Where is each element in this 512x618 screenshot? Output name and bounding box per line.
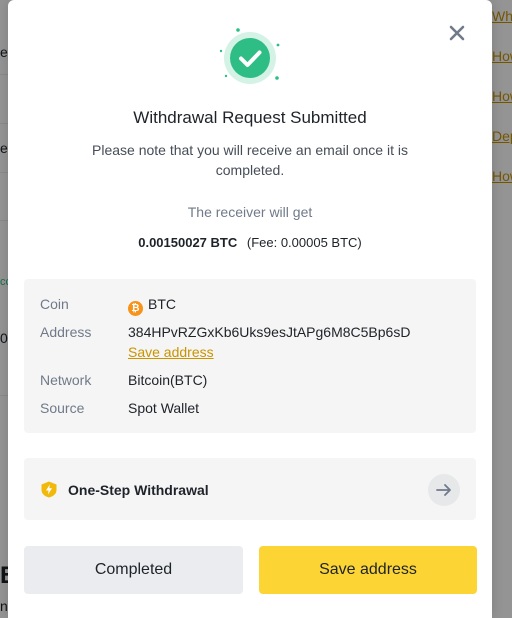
close-button[interactable]	[444, 20, 470, 46]
one-step-withdrawal-card[interactable]: One-Step Withdrawal	[24, 458, 476, 520]
completed-button[interactable]: Completed	[24, 546, 243, 594]
withdrawal-success-modal: Withdrawal Request Submitted Please note…	[8, 0, 492, 618]
modal-subtitle: Please note that you will receive an ema…	[92, 142, 408, 178]
fee-amount: (Fee: 0.00005 BTC)	[246, 235, 362, 250]
arrow-button[interactable]	[428, 474, 460, 506]
coin-label: Coin	[40, 296, 69, 312]
source-label: Source	[40, 400, 85, 416]
arrow-right-icon	[436, 484, 451, 496]
modal-title: Withdrawal Request Submitted	[133, 108, 367, 127]
network-label: Network	[40, 372, 92, 388]
network-value: Bitcoin(BTC)	[128, 372, 208, 388]
check-circle-icon	[219, 28, 280, 84]
bitcoin-icon: ₿	[128, 301, 143, 316]
address-label: Address	[40, 324, 92, 340]
receive-amount: 0.00150027 BTC	[138, 235, 238, 250]
one-step-withdrawal-label: One-Step Withdrawal	[68, 482, 209, 498]
address-value: 384HPvRZGxKb6Uks9esJtAPg6M8C5Bp6sD	[128, 324, 411, 340]
coin-value: ₿ BTC	[128, 296, 176, 316]
shield-lightning-icon	[41, 481, 57, 498]
source-value: Spot Wallet	[128, 400, 200, 416]
receiver-label: The receiver will get	[187, 204, 313, 220]
coin-name: BTC	[148, 296, 176, 312]
withdrawal-details-card: Coin ₿ BTC Address 384HPvRZGxKb6Uks9esJtA…	[24, 279, 476, 433]
save-address-link[interactable]: Save address	[128, 344, 214, 360]
save-address-button[interactable]: Save address	[259, 546, 477, 594]
receive-amount-line: 0.00150027 BTC (Fee: 0.00005 BTC)	[8, 235, 492, 250]
close-icon	[449, 25, 465, 41]
